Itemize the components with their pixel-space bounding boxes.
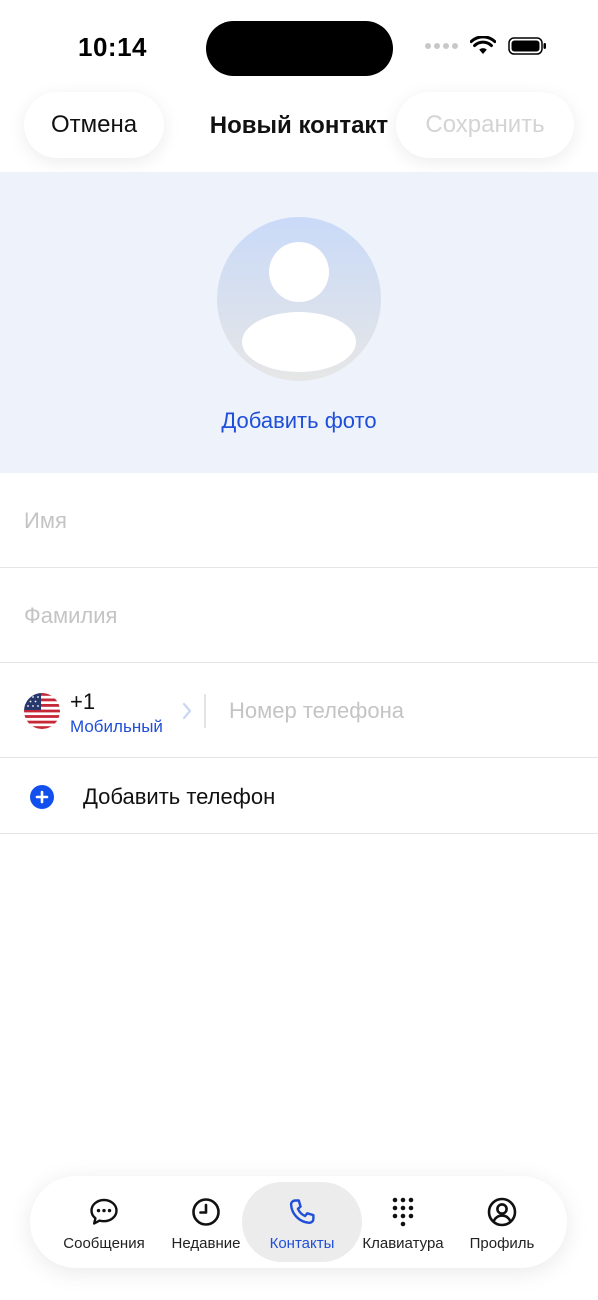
tab-bar: Сообщения Недавние Контакты Клавиатура П… — [30, 1176, 567, 1268]
add-circle-icon — [30, 785, 54, 809]
tab-keypad[interactable]: Клавиатура — [352, 1176, 454, 1268]
tab-recents[interactable]: Недавние — [156, 1176, 256, 1268]
phone-type-label: Мобильный — [70, 717, 163, 736]
tab-label: Профиль — [469, 1235, 535, 1252]
save-button[interactable]: Сохранить — [396, 92, 574, 158]
header: Отмена Новый контакт Сохранить — [0, 90, 598, 172]
last-name-field[interactable] — [24, 601, 574, 631]
tab-label: Клавиатура — [362, 1235, 444, 1252]
tab-messages[interactable]: Сообщения — [52, 1176, 156, 1268]
tab-label: Сообщения — [63, 1235, 145, 1252]
person-silhouette-icon — [242, 242, 356, 372]
cellular-signal-icon — [425, 43, 458, 49]
first-name-row — [0, 473, 598, 568]
chevron-right-icon — [182, 702, 192, 720]
country-code-picker[interactable]: +1 Мобильный — [24, 685, 196, 739]
phone-row: +1 Мобильный — [0, 663, 598, 758]
us-flag-icon — [24, 693, 60, 729]
status-bar: 10:14 — [0, 0, 598, 90]
clock-icon — [192, 1198, 220, 1226]
dynamic-island — [206, 21, 393, 76]
tab-contacts[interactable]: Контакты — [252, 1176, 352, 1268]
dial-code: +1 — [70, 689, 96, 714]
new-contact-screen: 10:14 Отмена Новый контакт Сохранить Доб… — [0, 0, 598, 1300]
add-phone-label: Добавить телефон — [83, 784, 276, 809]
keypad-icon — [392, 1197, 414, 1227]
status-time: 10:14 — [78, 32, 147, 62]
status-icons — [425, 36, 548, 56]
wifi-icon — [470, 36, 496, 54]
phone-number-field[interactable] — [229, 696, 574, 726]
first-name-field[interactable] — [24, 506, 574, 536]
battery-icon — [508, 37, 546, 55]
avatar-placeholder[interactable] — [217, 217, 381, 381]
message-bubble-icon — [90, 1198, 118, 1225]
tab-label: Контакты — [269, 1235, 335, 1252]
add-phone-button[interactable]: Добавить телефон — [0, 758, 598, 834]
last-name-row — [0, 568, 598, 663]
phone-divider — [204, 694, 206, 728]
add-photo-link[interactable]: Добавить фото — [0, 408, 598, 434]
tab-profile[interactable]: Профиль — [454, 1176, 550, 1268]
tab-label: Недавние — [171, 1235, 241, 1252]
photo-section: Добавить фото — [0, 172, 598, 473]
profile-icon — [487, 1197, 517, 1227]
phone-icon — [289, 1199, 315, 1224]
